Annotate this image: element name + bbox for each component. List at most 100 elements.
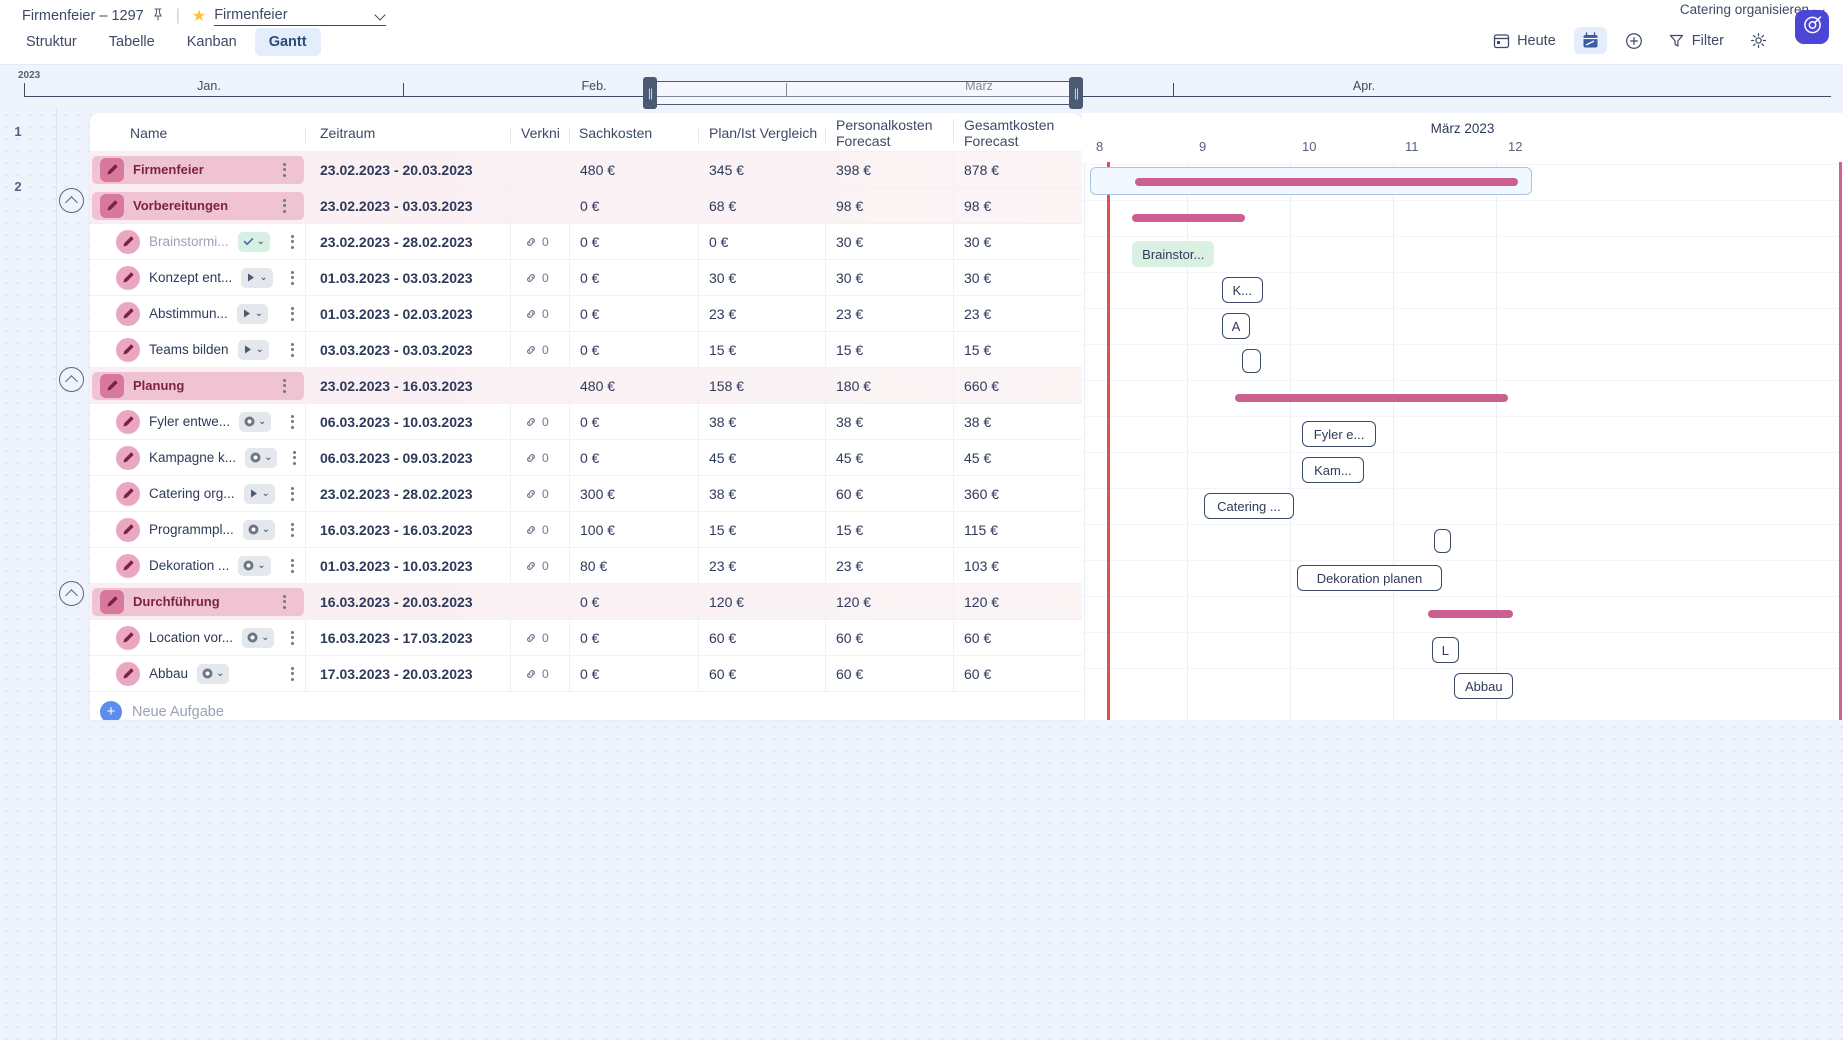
task-name-chip[interactable]: Dekoration ... ⌄ [108, 552, 306, 580]
table-row[interactable]: Dekoration ... ⌄ 01.03.2023 - 10.03.2023 0 8… [90, 547, 1082, 584]
calendar-range-toggle[interactable] [1573, 27, 1607, 54]
table-row[interactable]: Abbau ⌄ 17.03.2023 - 20.03.2023 0 0 €60 €60 … [90, 655, 1082, 692]
pencil-icon[interactable] [116, 661, 140, 686]
row-menu-icon[interactable] [284, 270, 300, 285]
add-button[interactable] [1617, 27, 1650, 54]
task-name-chip[interactable]: Kampagne k... ⌄ [108, 444, 308, 472]
pencil-icon[interactable] [116, 625, 140, 650]
row-menu-icon[interactable] [276, 378, 292, 393]
pencil-icon[interactable] [116, 517, 140, 542]
task-name-chip[interactable]: Fyler entwe... ⌄ [108, 408, 306, 436]
project-select[interactable]: Firmenfeier [214, 6, 386, 26]
collapse-toggle-planung[interactable] [59, 367, 84, 392]
settings-button[interactable] [1742, 27, 1775, 54]
timeline-view-window[interactable] [652, 81, 1080, 105]
pencil-icon[interactable] [116, 229, 140, 254]
gantt-task-bar[interactable]: Catering ... [1204, 493, 1294, 519]
task-name-chip[interactable]: Programmpl... ⌄ [108, 516, 306, 544]
table-row[interactable]: Catering org... ⌄ 23.02.2023 - 28.02.2023 0… [90, 475, 1082, 512]
status-badge-dot[interactable]: ⌄ [239, 411, 272, 432]
gantt-task-bar[interactable]: Dekoration planen [1296, 565, 1443, 591]
table-row[interactable]: Kampagne k... ⌄ 06.03.2023 - 09.03.2023 0 0 … [90, 439, 1082, 476]
group-name-chip[interactable]: Firmenfeier [92, 155, 304, 184]
group-name-chip[interactable]: Durchführung [92, 587, 304, 616]
status-badge-dot[interactable]: ⌄ [238, 555, 271, 576]
tab-gantt[interactable]: Gantt [254, 28, 321, 56]
app-logo-button[interactable] [1795, 10, 1829, 44]
row-menu-icon[interactable] [284, 414, 300, 429]
row-menu-icon[interactable] [284, 234, 300, 249]
pencil-icon[interactable] [100, 589, 124, 614]
timeline-scrollbar[interactable]: 2023 Jan. Feb. März Apr. || || [0, 64, 1843, 109]
timeline-handle-right[interactable]: || [1069, 77, 1083, 109]
table-row[interactable]: Fyler entwe... ⌄ 06.03.2023 - 10.03.2023 0 0… [90, 403, 1082, 440]
new-task-row[interactable]: + Neue Aufgabe [90, 691, 1082, 720]
row-menu-icon[interactable] [284, 486, 300, 501]
gantt-task-bar[interactable]: A [1221, 313, 1251, 339]
pencil-icon[interactable] [100, 373, 124, 398]
gantt-task-bar[interactable]: L [1431, 637, 1459, 663]
star-icon[interactable]: ★ [192, 6, 206, 26]
task-name-chip[interactable]: Location vor... ⌄ [108, 624, 306, 652]
gantt-summary-bar[interactable] [1132, 214, 1246, 222]
table-row[interactable]: Durchführung 16.03.2023 - 20.03.2023 0 €12… [90, 583, 1082, 620]
gantt-task-bar-narrow[interactable] [1242, 349, 1261, 373]
row-menu-icon[interactable] [276, 162, 292, 177]
gantt-task-bar[interactable]: Abbau [1454, 673, 1514, 699]
row-menu-icon[interactable] [276, 198, 292, 213]
status-badge-done[interactable]: ⌄ [237, 231, 270, 252]
row-menu-icon[interactable] [284, 522, 300, 537]
pin-icon[interactable] [152, 8, 164, 24]
today-button[interactable]: Heute [1485, 27, 1564, 54]
pencil-icon[interactable] [116, 301, 140, 326]
task-name-chip[interactable]: Konzept ent... ⌄ [108, 264, 306, 292]
row-menu-icon[interactable] [286, 450, 302, 465]
filter-button[interactable]: Filter [1660, 27, 1732, 54]
pencil-icon[interactable] [116, 481, 140, 506]
tab-tabelle[interactable]: Tabelle [95, 28, 169, 56]
gantt-task-bar[interactable]: Kam... [1302, 457, 1364, 483]
table-row[interactable]: Programmpl... ⌄ 16.03.2023 - 16.03.2023 0 10… [90, 511, 1082, 548]
group-name-chip[interactable]: Planung [92, 371, 304, 400]
table-row[interactable]: Planung 23.02.2023 - 16.03.2023 480 €158 €… [90, 367, 1082, 404]
collapse-toggle-durchfuehrung[interactable] [59, 581, 84, 606]
group-name-chip[interactable]: Vorbereitungen [92, 191, 304, 220]
status-badge-play[interactable]: ⌄ [243, 483, 275, 504]
collapse-toggle-vorbereitungen[interactable] [59, 188, 84, 213]
task-name-chip[interactable]: Brainstormi... ⌄ [108, 228, 306, 256]
table-row[interactable]: Firmenfeier 23.02.2023 - 20.03.2023 480 €3… [90, 151, 1082, 188]
table-row[interactable]: Abstimmun... ⌄ 01.03.2023 - 02.03.2023 0 0 €… [90, 295, 1082, 332]
status-badge-play[interactable]: ⌄ [236, 303, 269, 324]
table-row[interactable]: Vorbereitungen 23.02.2023 - 03.03.2023 0 €… [90, 187, 1082, 224]
pencil-icon[interactable] [116, 445, 140, 470]
status-badge-dot[interactable]: ⌄ [242, 519, 276, 540]
gantt-summary-bar[interactable] [1235, 394, 1508, 402]
task-name-chip[interactable]: Abbau ⌄ [108, 660, 306, 688]
gantt-task-bar[interactable]: Fyler e... [1302, 421, 1377, 447]
status-badge-dot[interactable]: ⌄ [197, 663, 230, 684]
task-name-chip[interactable]: Abstimmun... ⌄ [108, 300, 306, 328]
task-name-chip[interactable]: Teams bilden ⌄ [108, 336, 306, 364]
gantt-summary-bar[interactable] [1135, 178, 1519, 186]
pencil-icon[interactable] [100, 193, 124, 218]
status-badge-dot[interactable]: ⌄ [242, 627, 275, 648]
row-menu-icon[interactable] [276, 594, 292, 609]
status-badge-play[interactable]: ⌄ [237, 339, 269, 360]
tab-kanban[interactable]: Kanban [173, 28, 251, 56]
gantt-task-bar[interactable]: Brainstor... [1132, 241, 1215, 267]
pencil-icon[interactable] [116, 265, 140, 290]
pencil-icon[interactable] [116, 553, 140, 578]
table-row[interactable]: Konzept ent... ⌄ 01.03.2023 - 03.03.2023 0 0… [90, 259, 1082, 296]
pencil-icon[interactable] [116, 337, 140, 362]
table-row[interactable]: Teams bilden ⌄ 03.03.2023 - 03.03.2023 0 0 €… [90, 331, 1082, 368]
status-badge-play[interactable]: ⌄ [241, 267, 273, 288]
row-menu-icon[interactable] [284, 306, 300, 321]
pencil-icon[interactable] [116, 409, 140, 434]
table-row[interactable]: Location vor... ⌄ 16.03.2023 - 17.03.2023 0… [90, 619, 1082, 656]
gantt-task-bar-narrow[interactable] [1433, 529, 1452, 553]
table-row[interactable]: Brainstormi... ⌄ 23.02.2023 - 28.02.2023 0 0… [90, 223, 1082, 260]
gantt-task-bar[interactable]: K... [1221, 277, 1263, 303]
row-menu-icon[interactable] [284, 630, 300, 645]
timeline-handle-left[interactable]: || [643, 77, 657, 109]
row-menu-icon[interactable] [284, 666, 300, 681]
